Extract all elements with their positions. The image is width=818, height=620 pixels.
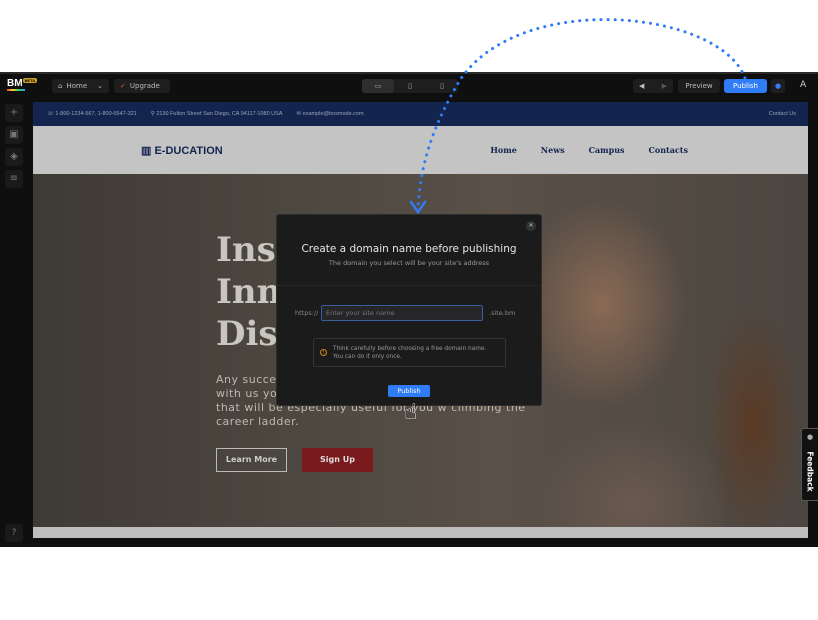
sign-up-button[interactable]: Sign Up: [302, 448, 373, 472]
logo-text: BM: [7, 78, 23, 89]
top-toolbar: BM BETA ⌂ Home ⌄ ✓ Upgrade ▭ ▯ ▯ ◀ ▶ Preview Pu…: [0, 74, 818, 99]
site-name-input[interactable]: [321, 305, 483, 321]
url-prefix: https://: [295, 309, 319, 317]
home-icon: ⌂: [58, 82, 63, 90]
email-text: example@boxmode.com: [302, 111, 364, 117]
logo-bar: [7, 89, 25, 91]
help-icon[interactable]: ?: [5, 524, 23, 542]
site-brand[interactable]: ▥ E-DUCATION: [141, 144, 223, 157]
site-phone: ☏ 1-800-1234-567, 1-800-6547-321: [47, 111, 137, 117]
learn-more-button[interactable]: Learn More: [216, 448, 287, 472]
add-icon[interactable]: +: [5, 104, 23, 122]
contact-us-link[interactable]: Contact Us: [769, 111, 796, 117]
device-switcher: ▭ ▯ ▯: [362, 79, 458, 93]
publish-button[interactable]: Publish: [724, 79, 767, 93]
beta-badge: BETA: [22, 78, 38, 83]
brand-text: E-DUCATION: [154, 145, 223, 157]
upgrade-button[interactable]: ✓ Upgrade: [114, 79, 170, 93]
hand-cursor-icon: ☝: [404, 400, 418, 425]
books-icon: ▥: [141, 145, 155, 157]
layers-icon[interactable]: ◈: [5, 148, 23, 166]
modal-title: Create a domain name before publishing: [301, 243, 517, 255]
tablet-icon[interactable]: ▯: [394, 79, 426, 93]
phone-text: 1-800-1234-567, 1-800-6547-321: [55, 111, 137, 117]
site-nav: ▥ E-DUCATION Home News Campus Contacts: [33, 126, 808, 174]
mobile-icon[interactable]: ▯: [426, 79, 458, 93]
site-info-bar: ☏ 1-800-1234-567, 1-800-6547-321 ⚲ 2130 …: [33, 102, 808, 126]
desktop-icon[interactable]: ▭: [362, 79, 394, 93]
feedback-tab[interactable]: ● Feedback: [801, 428, 818, 501]
left-sidebar: + ▣ ◈ ≡: [5, 104, 23, 192]
page-select[interactable]: ⌂ Home ⌄: [52, 79, 109, 93]
site-address: ⚲ 2130 Fulton Street San Diego, CA 94117…: [150, 111, 283, 117]
divider: [277, 285, 541, 286]
upgrade-label: Upgrade: [129, 82, 160, 90]
media-icon[interactable]: ▣: [5, 126, 23, 144]
site-email: ✉ example@boxmode.com: [296, 111, 364, 117]
page-select-label: Home: [66, 82, 88, 90]
address-text: 2130 Fulton Street San Diego, CA 94117-1…: [156, 111, 283, 117]
redo-icon[interactable]: ▶: [662, 82, 667, 90]
para-line: career ladder.: [216, 415, 300, 428]
settings-sliders-icon[interactable]: ≡: [5, 170, 23, 188]
undo-icon[interactable]: ◀: [639, 82, 644, 90]
site-menu: Home News Campus Contacts: [490, 145, 688, 155]
menu-contacts[interactable]: Contacts: [649, 145, 688, 155]
tip-line: You can do it only once.: [333, 353, 402, 360]
close-icon[interactable]: ✕: [526, 221, 536, 231]
lightbulb-icon: ●: [807, 433, 814, 441]
undo-redo: ◀ ▶: [633, 79, 673, 93]
avatar[interactable]: A: [800, 80, 806, 90]
logo: BM BETA: [7, 78, 38, 91]
menu-news[interactable]: News: [541, 145, 565, 155]
chevron-down-icon: ⌄: [97, 82, 103, 90]
feedback-label: Feedback: [805, 451, 815, 492]
preview-button[interactable]: Preview: [678, 79, 720, 93]
modal-subtitle: The domain you select will be your site'…: [328, 259, 490, 267]
menu-campus[interactable]: Campus: [589, 145, 625, 155]
warning-tip: ! Think carefully before choosing a free …: [313, 338, 506, 367]
tip-line: Think carefully before choosing a free d…: [333, 346, 487, 352]
modal-publish-button[interactable]: Publish: [388, 385, 430, 397]
url-suffix: .site.bm: [489, 309, 516, 317]
warning-icon: !: [320, 349, 327, 356]
status-check-icon[interactable]: ●: [771, 79, 785, 93]
menu-home[interactable]: Home: [490, 145, 516, 155]
domain-modal: ✕ Create a domain name before publishing…: [276, 214, 542, 406]
rocket-icon: ✓: [120, 82, 126, 90]
section-strip: [33, 527, 808, 538]
